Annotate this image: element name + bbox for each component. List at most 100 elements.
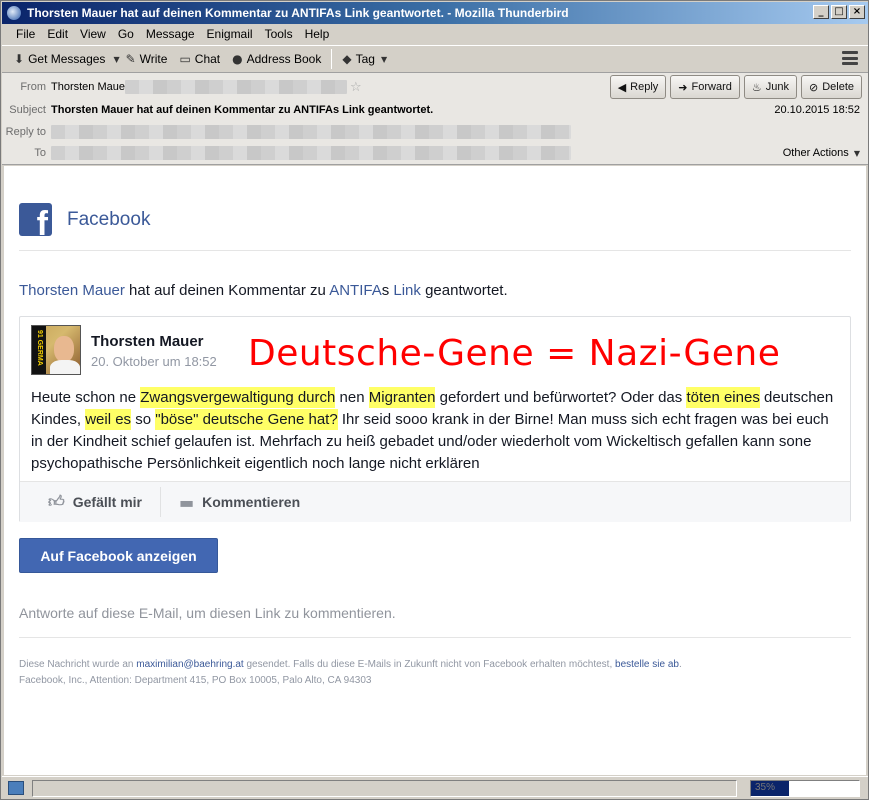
comment-actions-bar: 👍︎ Gefällt mir ▬ Kommentieren: [20, 481, 850, 522]
reply-label: Reply: [630, 81, 659, 93]
recipient-email-link[interactable]: maximilian@baehring.at: [136, 659, 243, 670]
address-book-label: Address Book: [246, 52, 322, 66]
menu-file[interactable]: File: [10, 27, 41, 41]
unsubscribe-link[interactable]: bestelle sie ab: [615, 659, 679, 670]
facebook-brand-title[interactable]: Facebook: [67, 209, 150, 231]
menu-enigmail[interactable]: Enigmail: [201, 27, 259, 41]
from-label: From: [20, 81, 46, 93]
notification-text-2: s: [381, 282, 394, 299]
chat-button[interactable]: ▭ Chat: [173, 48, 226, 70]
to-label: To: [34, 147, 46, 159]
tag-button[interactable]: ◆ Tag ▼: [336, 48, 393, 70]
menu-tools[interactable]: Tools: [259, 27, 299, 41]
minimize-button[interactable]: _: [813, 5, 829, 19]
footer-line-1: Diese Nachricht wurde an maximilian@baeh…: [19, 659, 682, 670]
highlight-5: "böse" deutsche Gene hat?: [155, 409, 338, 430]
junk-flame-icon: ♨: [751, 80, 762, 94]
highlight-3: töten eines: [686, 387, 760, 408]
avatar[interactable]: 91 GERMA: [31, 325, 81, 375]
comment-button[interactable]: ▬ Kommentieren: [159, 487, 318, 517]
address-book-button[interactable]: ● Address Book: [226, 48, 327, 70]
comment-bubble-icon: ▬: [178, 492, 195, 512]
progress-bar: 35%: [750, 780, 860, 797]
redacted-from-address: [124, 80, 347, 94]
link-link[interactable]: Link: [393, 282, 421, 299]
status-bar: 35%: [2, 776, 868, 799]
junk-button[interactable]: ♨ Junk: [743, 75, 797, 99]
from-value[interactable]: Thorsten Maue: [51, 81, 125, 93]
notification-line: Thorsten Mauer hat auf deinen Kommentar …: [19, 282, 508, 299]
delete-button[interactable]: ⊘ Delete: [800, 75, 862, 99]
view-on-facebook-button[interactable]: Auf Facebook anzeigen: [19, 538, 218, 573]
pencil-icon: ✎: [125, 52, 136, 66]
thunderbird-window: Thorsten Mauer hat auf deinen Kommentar …: [0, 0, 869, 800]
facebook-header: f Facebook: [19, 203, 150, 236]
main-toolbar: ⬇ Get Messages ▼ ✎ Write ▭ Chat ● Addres…: [2, 45, 868, 73]
notification-text-3: geantwortet.: [420, 282, 508, 299]
forward-arrow-icon: ➜: [678, 80, 688, 94]
highlight-4: weil es: [85, 409, 132, 430]
window-title: Thorsten Mauer hat auf deinen Kommentar …: [27, 6, 569, 20]
comment-date[interactable]: 20. Oktober um 18:52: [91, 354, 217, 369]
message-body: f Facebook Thorsten Mauer hat auf deinen…: [4, 166, 866, 775]
redacted-to: [51, 146, 571, 160]
comment-author[interactable]: Thorsten Mauer: [91, 333, 204, 350]
tag-dropdown-icon: ▼: [380, 54, 388, 64]
like-label: Gefällt mir: [72, 494, 142, 510]
reply-to-label: Reply to: [5, 126, 46, 138]
header-action-buttons: ◀ Reply ➜ Forward ♨ Junk ⊘ Delete: [609, 75, 862, 99]
highlight-2: Migranten: [368, 387, 436, 408]
menu-view[interactable]: View: [74, 27, 112, 41]
progress-label: 35%: [755, 782, 776, 793]
online-status-icon[interactable]: [8, 781, 24, 795]
like-button[interactable]: 👍︎ Gefällt mir: [20, 487, 160, 517]
author-link[interactable]: Thorsten Mauer: [19, 282, 125, 299]
write-button[interactable]: ✎ Write: [120, 48, 174, 70]
close-button[interactable]: ×: [849, 5, 865, 19]
junk-label: Junk: [765, 81, 789, 93]
menu-message[interactable]: Message: [140, 27, 201, 41]
highlight-1: Zwangsvergewaltigung durch: [140, 387, 336, 408]
menu-go[interactable]: Go: [112, 27, 140, 41]
email-footer: Diese Nachricht wurde an maximilian@baeh…: [19, 657, 851, 689]
menu-bar: File Edit View Go Message Enigmail Tools…: [2, 24, 868, 44]
download-icon: ⬇: [14, 52, 25, 66]
get-messages-button[interactable]: ⬇ Get Messages: [8, 48, 111, 70]
person-icon: ●: [232, 52, 243, 66]
title-bar: Thorsten Mauer hat auf deinen Kommentar …: [2, 2, 868, 24]
menu-help[interactable]: Help: [299, 27, 336, 41]
subject-value: Thorsten Mauer hat auf deinen Kommentar …: [51, 104, 434, 116]
facebook-logo-icon: f: [19, 203, 52, 236]
to-row: To Other Actions ▼: [2, 144, 868, 162]
thunderbird-icon: [6, 5, 22, 21]
antifa-link[interactable]: ANTIFA: [329, 282, 382, 299]
tag-label: Tag: [355, 52, 375, 66]
write-label: Write: [139, 52, 168, 66]
other-actions-menu[interactable]: Other Actions ▼: [783, 147, 860, 159]
notification-text-1: hat auf deinen Kommentar zu: [124, 282, 330, 299]
thumbs-up-icon: 👍︎: [48, 492, 65, 511]
delete-label: Delete: [822, 81, 854, 93]
message-header-pane: From Thorsten Maue ☆ ◀ Reply ➜ Forward ♨…: [2, 73, 868, 165]
chat-bubble-icon: ▭: [179, 52, 191, 66]
app-menu-icon[interactable]: [842, 51, 858, 65]
reply-button[interactable]: ◀ Reply: [609, 75, 667, 99]
overlay-caption: Deutsche-Gene = Nazi-Gene: [248, 333, 781, 374]
maximize-button[interactable]: □: [831, 5, 847, 19]
subject-row: Subject Thorsten Mauer hat auf deinen Ko…: [2, 101, 868, 119]
forward-button[interactable]: ➜ Forward: [670, 75, 740, 99]
reply-to-row: Reply to: [2, 123, 868, 141]
menu-edit[interactable]: Edit: [41, 27, 74, 41]
footer-divider: [19, 637, 851, 638]
reply-hint-text: Antworte auf diese E-Mail, um diesen Lin…: [19, 605, 396, 621]
message-date: 20.10.2015 18:52: [774, 104, 860, 116]
other-actions-label: Other Actions: [782, 147, 849, 159]
get-messages-label: Get Messages: [28, 52, 106, 66]
header-divider: [19, 250, 851, 251]
other-actions-dropdown-icon: ▼: [853, 149, 860, 158]
delete-icon: ⊘: [808, 80, 819, 94]
star-icon[interactable]: ☆: [350, 80, 362, 95]
toolbar-separator: [331, 49, 333, 69]
footer-address: Facebook, Inc., Attention: Department 41…: [19, 675, 372, 686]
reply-arrow-icon: ◀: [617, 80, 627, 94]
